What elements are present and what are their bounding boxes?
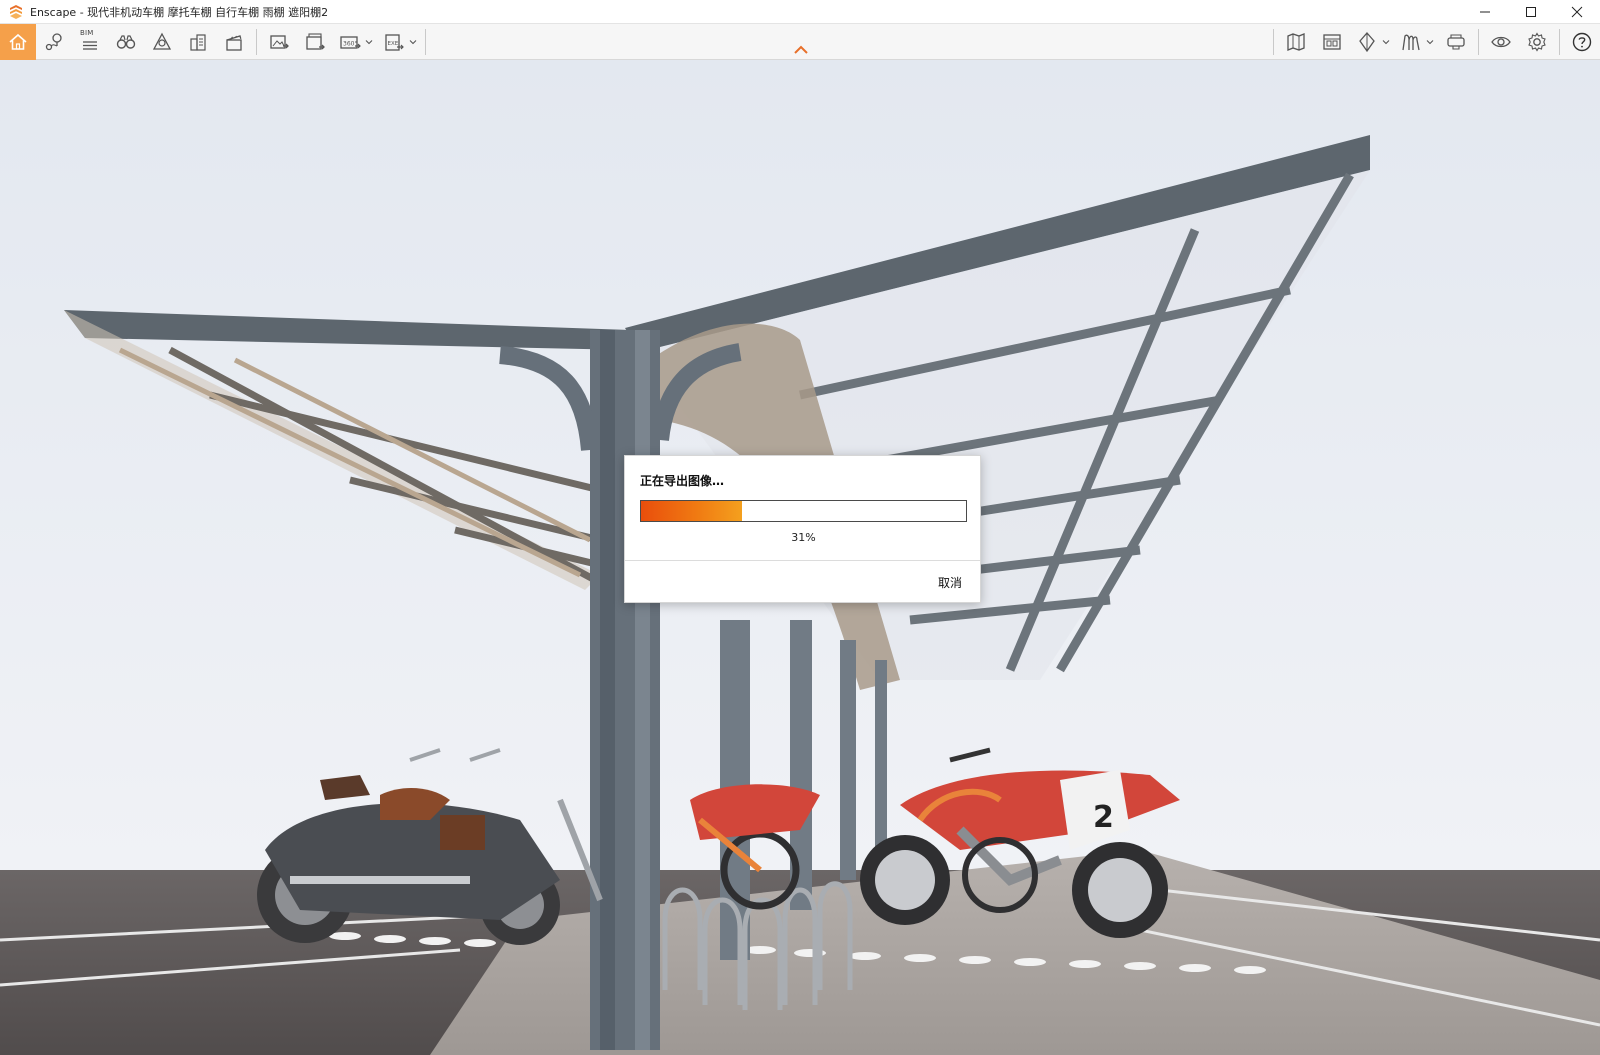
map-button[interactable]: [1278, 24, 1314, 60]
maximize-icon: [1526, 7, 1536, 17]
location-pin-icon: [45, 33, 62, 51]
progress-percent-label: 31%: [791, 531, 816, 544]
dialog-title: 正在导出图像…: [640, 474, 725, 488]
enscape-logo-icon: [10, 4, 22, 19]
clapper-icon: [226, 35, 242, 51]
screenshot-export-icon: [270, 35, 289, 49]
visibility-button[interactable]: [1483, 24, 1519, 60]
video-editor-button[interactable]: [216, 24, 252, 60]
screenshot-button[interactable]: [261, 24, 297, 60]
maximize-button[interactable]: [1508, 0, 1554, 24]
close-icon: [1571, 6, 1583, 18]
exe-export-button[interactable]: EXE: [377, 24, 421, 60]
views-button[interactable]: [36, 24, 72, 60]
binoculars-icon: [116, 35, 136, 49]
binoculars-button[interactable]: [108, 24, 144, 60]
title-bar: Enscape - 现代非机动车棚 摩托车棚 自行车棚 雨棚 遮阳棚2: [0, 0, 1600, 24]
home-button[interactable]: [0, 24, 36, 60]
cancel-button[interactable]: 取消: [938, 574, 962, 591]
toolbar-separator: [425, 29, 426, 55]
view-cube-icon: [1359, 32, 1375, 53]
toolbar-left-group: BIM 360° EXE: [0, 24, 430, 60]
toolbar-separator: [1559, 29, 1560, 55]
toolbar-separator: [256, 29, 257, 55]
toolbar-collapse-icon[interactable]: [793, 44, 809, 56]
view-cube-button[interactable]: [1350, 24, 1394, 60]
visual-settings-icon: [152, 32, 172, 50]
toolbar-right-group: [1269, 24, 1600, 60]
progress-bar-fill: [641, 501, 742, 521]
asset-library-icon: [1323, 34, 1341, 50]
panorama-button[interactable]: 360°: [333, 24, 377, 60]
toolbar-separator: [1273, 29, 1274, 55]
chevron-down-icon: [409, 40, 417, 45]
chevron-down-icon: [1382, 40, 1390, 45]
sketch-icon: [1402, 34, 1420, 51]
minimize-button[interactable]: [1462, 0, 1508, 24]
export-progress-dialog: 正在导出图像… 31% 取消: [624, 455, 981, 603]
bim-label: BIM: [80, 29, 94, 37]
chevron-down-icon: [365, 40, 373, 45]
vr-headset-button[interactable]: [1438, 24, 1474, 60]
svg-text:2: 2: [1093, 800, 1114, 835]
gear-icon: [1528, 32, 1546, 52]
exe-export-icon: EXE: [385, 34, 404, 51]
batch-export-icon: [306, 33, 325, 50]
home-icon: [9, 33, 27, 50]
batch-render-button[interactable]: [297, 24, 333, 60]
eye-icon: [1491, 36, 1511, 48]
help-icon: [1572, 32, 1592, 52]
exe-label: EXE: [388, 41, 399, 47]
dialog-divider: [625, 560, 980, 561]
window-title: Enscape - 现代非机动车棚 摩托车棚 自行车棚 雨棚 遮阳棚2: [30, 5, 329, 19]
sketch-mode-button[interactable]: [1394, 24, 1438, 60]
bim-button[interactable]: BIM: [72, 24, 108, 60]
panorama-360-icon: 360°: [340, 36, 361, 49]
asset-library-button[interactable]: [1314, 24, 1350, 60]
chevron-down-icon: [1426, 40, 1434, 45]
buildings-icon: [190, 34, 206, 51]
progress-bar: [640, 500, 967, 522]
help-button[interactable]: [1564, 24, 1600, 60]
buildings-button[interactable]: [180, 24, 216, 60]
window-controls: [1462, 0, 1600, 24]
minimize-icon: [1480, 11, 1490, 13]
toolbar-separator: [1478, 29, 1479, 55]
visual-settings-button[interactable]: [144, 24, 180, 60]
settings-button[interactable]: [1519, 24, 1555, 60]
vr-headset-icon: [1447, 34, 1465, 50]
map-icon: [1287, 33, 1305, 51]
close-button[interactable]: [1554, 0, 1600, 24]
